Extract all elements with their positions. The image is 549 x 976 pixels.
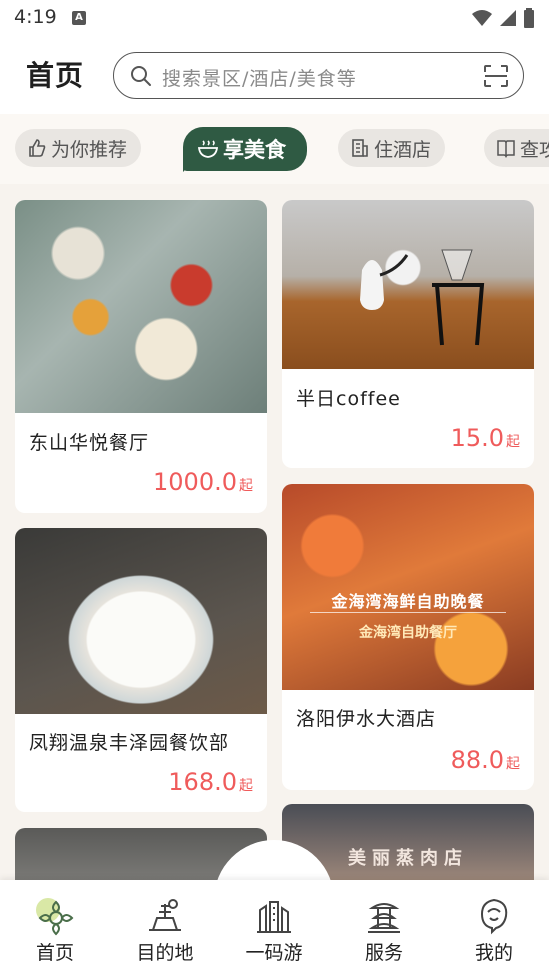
qr-travel-icon xyxy=(257,901,291,933)
tab-hotel-label: 住酒店 xyxy=(374,138,432,161)
nav-service[interactable]: 服务 xyxy=(329,880,439,976)
wifi-icon xyxy=(472,10,492,26)
nav-home[interactable]: 首页 xyxy=(0,880,110,976)
tab-recommend-label: 为你推荐 xyxy=(51,138,128,161)
book-icon xyxy=(496,138,516,158)
price-unit: 起 xyxy=(506,756,520,772)
food-bowl-icon xyxy=(197,138,219,160)
search-icon xyxy=(131,66,151,86)
bottom-nav: 首页 目的地 一码游 服务 我的 xyxy=(0,880,549,976)
price-value: 15.0 xyxy=(450,424,504,452)
nav-profile-label: 我的 xyxy=(474,942,513,964)
restaurant-card[interactable]: 金海湾海鲜自助晚餐 金海湾自助餐厅 洛阳伊水大酒店 88.0 起 xyxy=(282,484,534,790)
restaurant-photo: 金海湾海鲜自助晚餐 金海湾自助餐厅 xyxy=(282,484,534,690)
search-input[interactable]: 搜索景区/酒店/美食等 xyxy=(113,52,524,99)
scan-icon[interactable] xyxy=(483,64,509,88)
nav-service-label: 服务 xyxy=(364,942,403,964)
price-unit: 起 xyxy=(239,478,253,494)
restaurant-photo xyxy=(282,200,534,369)
price-value: 1000.0 xyxy=(153,468,237,496)
tab-guide[interactable]: 查攻 xyxy=(484,129,549,167)
nav-profile[interactable]: 我的 xyxy=(439,880,549,976)
notification-a-icon: A xyxy=(72,11,86,25)
seafood-banner-title: 金海湾海鲜自助晚餐 xyxy=(331,592,485,611)
profile-icon xyxy=(480,898,508,935)
restaurant-card[interactable]: 半日coffee 15.0 起 xyxy=(282,200,534,468)
tab-recommend[interactable]: 为你推荐 xyxy=(15,129,142,167)
restaurant-price: 168.0 起 xyxy=(168,768,253,796)
restaurant-card[interactable]: 东山华悦餐厅 1000.0 起 xyxy=(15,200,267,513)
price-value: 88.0 xyxy=(450,746,504,774)
destination-icon xyxy=(149,899,181,931)
restaurant-photo xyxy=(15,528,267,714)
tab-hotel[interactable]: 住酒店 xyxy=(338,129,446,167)
header: 首页 搜索景区/酒店/美食等 xyxy=(0,38,549,114)
tab-guide-label: 查攻 xyxy=(520,138,549,161)
nav-home-label: 首页 xyxy=(35,942,74,964)
home-flower-icon xyxy=(36,898,74,936)
tab-food[interactable]: 享美食 xyxy=(183,127,307,171)
restaurant-name: 半日coffee xyxy=(296,388,401,410)
price-value: 168.0 xyxy=(168,768,237,796)
status-time: 4:19 xyxy=(14,6,57,28)
restaurant-name: 凤翔温泉丰泽园餐饮部 xyxy=(29,732,230,754)
restaurant-price: 88.0 起 xyxy=(451,746,520,774)
thumbs-up-icon xyxy=(27,138,47,158)
service-pagoda-icon xyxy=(368,903,400,933)
nav-destination[interactable]: 目的地 xyxy=(110,880,220,976)
category-tabs: 为你推荐 享美食 住酒店 查攻 xyxy=(0,114,549,184)
price-unit: 起 xyxy=(239,778,253,794)
search-placeholder: 搜索景区/酒店/美食等 xyxy=(162,68,357,90)
kettle-icon xyxy=(360,249,485,346)
battery-icon xyxy=(524,8,534,28)
restaurant-price: 15.0 起 xyxy=(451,424,520,452)
nav-destination-label: 目的地 xyxy=(136,942,194,964)
nav-one-code-travel[interactable]: 一码游 xyxy=(219,880,329,976)
status-bar: 4:19 A xyxy=(0,0,549,38)
signal-icon xyxy=(500,10,516,26)
nav-one-code-travel-label: 一码游 xyxy=(245,942,303,964)
restaurant-photo xyxy=(15,200,267,413)
banner-divider xyxy=(310,612,506,613)
price-unit: 起 xyxy=(506,434,520,450)
restaurant-card[interactable]: 凤翔温泉丰泽园餐饮部 168.0 起 xyxy=(15,528,267,812)
building-icon xyxy=(350,138,370,158)
restaurant-name: 东山华悦餐厅 xyxy=(29,432,150,454)
active-tab-tail xyxy=(183,164,191,172)
restaurant-price: 1000.0 起 xyxy=(153,468,253,496)
tab-food-label: 享美食 xyxy=(223,138,286,162)
page-title: 首页 xyxy=(26,59,85,92)
restaurant-name: 洛阳伊水大酒店 xyxy=(296,708,437,730)
status-icons xyxy=(471,8,535,28)
seafood-banner-sub: 金海湾自助餐厅 xyxy=(359,625,457,641)
